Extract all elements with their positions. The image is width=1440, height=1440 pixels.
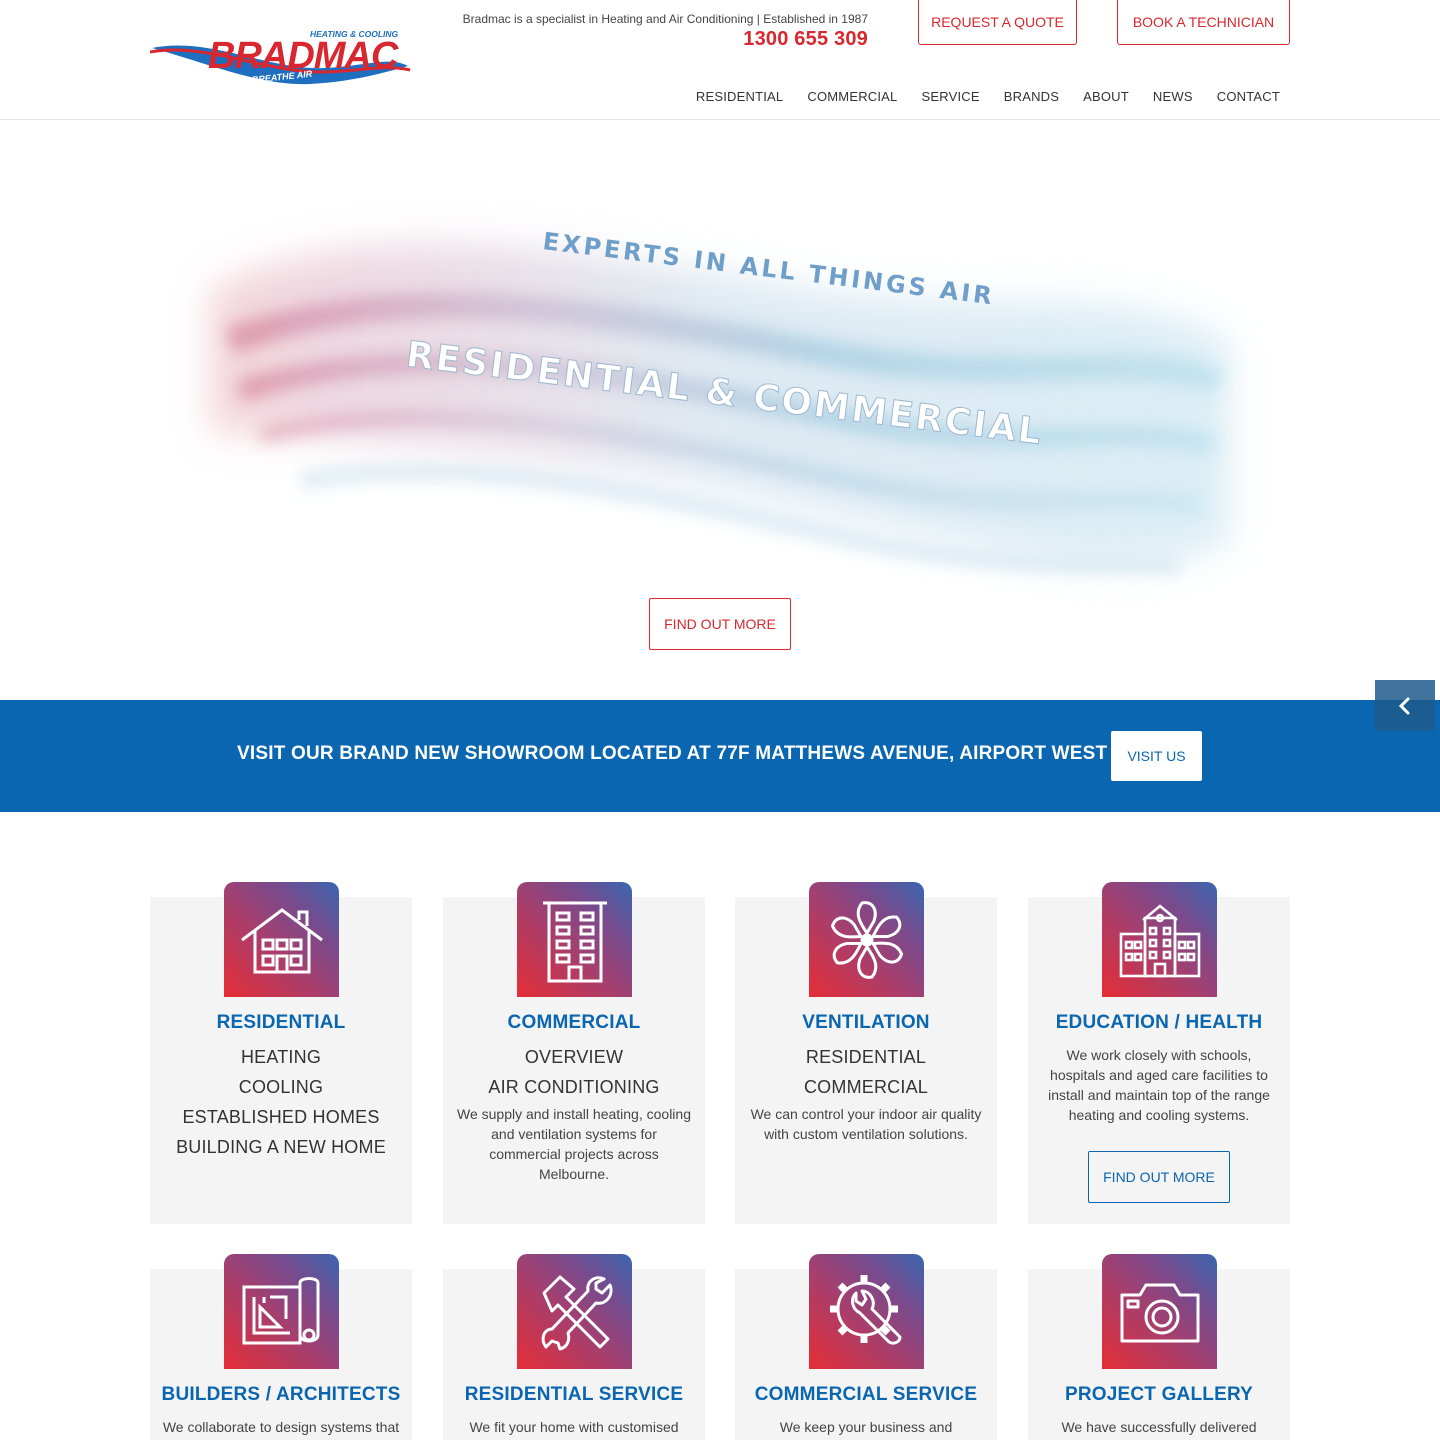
nav-brands[interactable]: BRANDS: [992, 89, 1071, 104]
card-description: We collaborate to design systems that: [162, 1419, 400, 1435]
nav-about[interactable]: ABOUT: [1071, 89, 1141, 104]
card-project-gallery[interactable]: PROJECT GALLERY We have successfully del…: [1028, 1254, 1290, 1440]
link-cooling[interactable]: COOLING: [150, 1072, 412, 1102]
header-tagline: Bradmac is a specialist in Heating and A…: [462, 12, 868, 26]
card-description: We fit your home with customised: [469, 1419, 679, 1435]
link-air-conditioning[interactable]: AIR CONDITIONING: [443, 1072, 705, 1102]
book-technician-button[interactable]: BOOK A TECHNICIAN: [1117, 0, 1290, 45]
fan-icon: [830, 900, 903, 979]
hero-find-out-more-button[interactable]: FIND OUT MORE: [649, 598, 791, 650]
bradmac-logo[interactable]: BRADMAC HEATING & COOLING WE LIVE & BREA…: [150, 26, 412, 92]
site-header: BRADMAC HEATING & COOLING WE LIVE & BREA…: [0, 0, 1440, 120]
gear-wrench-icon: [829, 1274, 901, 1345]
card-title: BUILDERS / ARCHITECTS: [161, 1384, 401, 1405]
chevron-left-icon: [1398, 697, 1410, 714]
phone-number[interactable]: 1300 655 309: [743, 28, 868, 51]
card-title: RESIDENTIAL SERVICE: [464, 1384, 684, 1405]
card-description: We keep your business and workplace: [779, 1419, 953, 1440]
request-quote-button[interactable]: REQUEST A QUOTE: [918, 0, 1077, 45]
card-description: We supply and install heating, cooling a…: [456, 1106, 691, 1182]
link-building-new-home[interactable]: BUILDING A NEW HOME: [150, 1132, 412, 1162]
card-commercial-service[interactable]: COMMERCIAL SERVICE We keep your business…: [735, 1254, 997, 1440]
camera-icon: [1120, 1283, 1199, 1342]
showroom-text: VISIT OUR BRAND NEW SHOWROOM LOCATED AT …: [237, 743, 1108, 764]
card-description: We can control your indoor air quality w…: [750, 1106, 982, 1142]
card-residential[interactable]: RESIDENTIAL HEATING COOLING ESTABLISHED …: [150, 882, 412, 1224]
hero-slider: EXPERTS IN ALL THINGS AIR RESIDENTIAL & …: [0, 121, 1440, 700]
card-education-health[interactable]: EDUCATION / HEALTH We work closely with …: [1028, 882, 1290, 1224]
house-icon: [240, 907, 323, 973]
svg-text:HEATING & COOLING: HEATING & COOLING: [310, 29, 399, 39]
card-builders-architects[interactable]: BUILDERS / ARCHITECTS We collaborate to …: [150, 1254, 412, 1440]
nav-commercial[interactable]: COMMERCIAL: [795, 89, 909, 104]
hammer-wrench-icon: [541, 1275, 612, 1350]
main-nav: RESIDENTIAL COMMERCIAL SERVICE BRANDS AB…: [684, 89, 1280, 104]
link-overview[interactable]: OVERVIEW: [443, 1042, 705, 1072]
card-ventilation[interactable]: VENTILATION RESIDENTIAL COMMERCIAL We ca…: [735, 882, 997, 1224]
card-title: COMMERCIAL: [507, 1012, 641, 1033]
card-title: EDUCATION / HEALTH: [1055, 1012, 1263, 1033]
nav-contact[interactable]: CONTACT: [1205, 89, 1280, 104]
link-ventilation-residential[interactable]: RESIDENTIAL: [735, 1042, 997, 1072]
card-title: VENTILATION: [802, 1012, 930, 1033]
card-title: RESIDENTIAL: [216, 1012, 346, 1033]
education-find-out-more-button[interactable]: FIND OUT MORE: [1088, 1151, 1230, 1203]
visit-us-button[interactable]: VISIT US: [1111, 731, 1202, 781]
blueprint-icon: [242, 1276, 319, 1344]
nav-news[interactable]: NEWS: [1141, 89, 1205, 104]
slider-prev-button[interactable]: [1375, 680, 1435, 731]
card-title: PROJECT GALLERY: [1064, 1384, 1254, 1405]
link-established-homes[interactable]: ESTABLISHED HOMES: [150, 1102, 412, 1132]
school-building-icon: [1119, 903, 1200, 977]
nav-service[interactable]: SERVICE: [909, 89, 991, 104]
card-commercial[interactable]: COMMERCIAL OVERVIEW AIR CONDITIONING We …: [443, 882, 705, 1224]
nav-residential[interactable]: RESIDENTIAL: [684, 89, 795, 104]
showroom-banner: VISIT OUR BRAND NEW SHOWROOM LOCATED AT …: [0, 700, 1440, 812]
link-ventilation-commercial[interactable]: COMMERCIAL: [735, 1072, 997, 1102]
card-title: COMMERCIAL SERVICE: [754, 1384, 978, 1405]
office-building-icon: [542, 901, 607, 982]
card-description: We work closely with schools, hospitals …: [1048, 1047, 1270, 1123]
card-residential-service[interactable]: RESIDENTIAL SERVICE We fit your home wit…: [443, 1254, 705, 1440]
card-description: We have successfully delivered: [1061, 1419, 1257, 1435]
link-heating[interactable]: HEATING: [150, 1042, 412, 1072]
